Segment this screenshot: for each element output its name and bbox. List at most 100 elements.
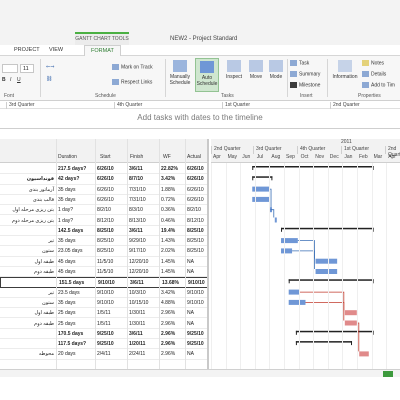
table-row[interactable]: 142.5 days 8/25/10 3/6/11 19.4% 8/25/10 <box>0 226 207 237</box>
dependency-link[interactable] <box>299 291 345 311</box>
column-header-duration[interactable]: Duration <box>58 154 77 160</box>
task-bar[interactable] <box>288 299 306 305</box>
table-row[interactable]: تیر 35 days 8/25/10 9/29/10 1.43% 8/25/10 <box>0 236 207 247</box>
tasks-group-label: Tasks <box>221 93 234 99</box>
tab-project[interactable]: PROJECT <box>14 47 40 53</box>
link-icon[interactable]: ⛓ <box>46 76 52 82</box>
mark-on-track-button[interactable]: Mark on Track <box>112 64 153 70</box>
summary-bar-start[interactable] <box>288 279 290 284</box>
summary-bar-end[interactable] <box>271 176 273 181</box>
summary-bar-start[interactable] <box>252 166 254 170</box>
summary-bar[interactable] <box>288 279 374 281</box>
table-row[interactable]: طبقه اول 45 days 11/5/10 12/20/10 1.45% NA <box>0 257 207 267</box>
add-to-timeline-button[interactable]: Add to Tim <box>362 82 395 88</box>
table-row[interactable]: ستون 23.05 days 8/25/10 9/17/10 2.02% 8/25/10 <box>0 246 207 257</box>
summary-bar[interactable] <box>295 330 374 333</box>
summary-bar-end[interactable] <box>372 227 374 232</box>
timeline[interactable]: 3rd Quarter 4th Quarter 1st Quarter 2nd … <box>0 101 400 129</box>
auto-schedule-button[interactable]: Auto Schedule <box>195 58 219 92</box>
manually-schedule-button[interactable]: Manually Schedule <box>168 58 192 92</box>
table-row[interactable]: 217.5 days? 6/26/10 3/6/11 22.82% 6/26/10 <box>0 164 207 175</box>
information-button[interactable]: Information <box>330 58 360 92</box>
milestone-button[interactable]: Milestone <box>290 82 320 88</box>
window-bottom <box>0 377 400 400</box>
respect-links-button[interactable]: Respect Links <box>112 79 152 85</box>
gridline <box>240 163 242 369</box>
details-button[interactable]: Details <box>362 71 386 77</box>
inspect-button[interactable]: Inspect <box>222 58 246 92</box>
column-header-start[interactable]: Start <box>100 154 111 160</box>
table-row[interactable] <box>0 360 207 369</box>
gridline <box>298 163 300 369</box>
font-name-box[interactable] <box>2 64 18 73</box>
table-row[interactable]: 151.5 days 9/10/10 3/6/11 13.68% 9/10/10 <box>0 277 207 288</box>
table-row[interactable]: آرماتور بندی 35 days 6/26/10 7/31/10 1.88% 6/… <box>0 185 207 195</box>
task-name: طبقه اول <box>34 310 54 317</box>
table-row[interactable]: بتن ریزی مرحله اول 1 day? 8/2/10 8/3/10 0.36… <box>0 205 207 216</box>
italic-button[interactable]: I <box>10 77 11 83</box>
task-button[interactable]: Task <box>290 60 309 66</box>
dependency-link[interactable] <box>297 240 315 259</box>
column-header-finish[interactable]: Finish <box>130 154 143 160</box>
tab-view[interactable]: VIEW <box>49 47 63 53</box>
start-cell: 9/25/10 <box>97 341 114 348</box>
dependency-link[interactable] <box>305 302 345 321</box>
table-row[interactable]: تیر 23.5 days 9/10/10 10/3/10 3.42% 9/10/10 <box>0 288 207 298</box>
column-header-wf[interactable]: WF <box>163 154 171 160</box>
timeline-quarter: 4th Quarter <box>114 102 142 109</box>
task-bar[interactable] <box>274 217 277 223</box>
properties-group-label: Properties <box>358 93 381 99</box>
summary-bar-start[interactable] <box>295 341 297 346</box>
wf-cell: 3.42% <box>161 176 176 183</box>
table-row[interactable]: طبقه دوم 45 days 11/5/10 12/20/10 1.45% NA <box>0 267 207 278</box>
table-row[interactable]: 170.5 days 9/25/10 3/6/11 2.96% 9/25/10 <box>0 329 207 340</box>
task-bar[interactable] <box>281 248 293 254</box>
column-header-actual[interactable]: Actual <box>187 154 201 160</box>
table-row[interactable]: بتن ریزی مرحله دوم 1 day? 8/12/10 8/13/10 0.… <box>0 216 207 226</box>
duration-cell: 35 days <box>58 186 76 193</box>
summary-bar[interactable] <box>295 341 353 343</box>
task-bar[interactable] <box>359 351 369 357</box>
timeline-quarter: 3rd Quarter <box>6 102 35 109</box>
gantt-chart-tools-label: GANTT CHART TOOLS <box>75 32 129 46</box>
dependency-link[interactable] <box>292 250 315 269</box>
respect-links-icon <box>112 79 119 85</box>
table-row[interactable]: فونداسیون 42 days? 6/26/10 8/7/10 3.42% 6/26/… <box>0 174 207 185</box>
table-row[interactable]: طبقه دوم 25 days 1/5/11 1/30/11 2.96% NA <box>0 319 207 329</box>
bold-button[interactable]: B <box>2 77 6 83</box>
timeline-quarter: 1st Quarter <box>222 102 250 109</box>
table-row[interactable]: ستون 35 days 9/10/10 10/15/10 4.88% 9/10/10 <box>0 298 207 309</box>
font-size-box[interactable]: 11 <box>20 64 34 73</box>
start-cell: 2/4/11 <box>97 351 111 358</box>
actual-cell: 8/25/10 <box>187 227 204 234</box>
task-bar[interactable] <box>315 258 338 264</box>
gantt-bars[interactable] <box>211 163 400 369</box>
task-name: طبقه دوم <box>34 269 54 275</box>
summary-bar-end[interactable] <box>372 330 374 335</box>
task-bar[interactable] <box>344 320 357 326</box>
summary-button[interactable]: Summary <box>290 71 320 77</box>
start-cell: 9/10/10 <box>98 280 115 287</box>
table-row[interactable]: محوطه 20 days 2/4/11 2/24/11 2.96% NA <box>0 349 207 360</box>
table-row[interactable]: 117.5 days? 9/25/10 1/20/11 2.96% 9/25/10 <box>0 339 207 350</box>
indent-icon[interactable]: ⇐⇒ <box>46 64 54 70</box>
summary-bar-start[interactable] <box>252 176 254 181</box>
mode-button[interactable]: Mode <box>264 58 288 92</box>
wf-cell: 0.72% <box>161 196 176 203</box>
manually-schedule-label: Manually Schedule <box>169 74 191 86</box>
table-row[interactable]: طبقه اول 25 days 1/5/11 1/30/11 2.96% NA <box>0 308 207 319</box>
actual-cell: 8/25/10 <box>187 238 204 245</box>
task-bar[interactable] <box>344 310 357 316</box>
task-bar[interactable] <box>315 269 338 274</box>
summary-bar-start[interactable] <box>295 330 297 335</box>
summary-bar-end[interactable] <box>372 166 374 170</box>
notes-button[interactable]: Notes <box>362 60 384 66</box>
actual-cell: NA <box>187 320 194 327</box>
summary-bar-end[interactable] <box>372 279 374 284</box>
underline-button[interactable]: U <box>17 77 21 83</box>
gantt-chart[interactable]: 2011 2nd Quarter 3rd Quarter 4th Quarter… <box>211 139 400 369</box>
milestone-label: Milestone <box>299 82 321 89</box>
table-row[interactable]: قالب بندی 35 days 6/26/10 7/31/10 0.72% 6/26/… <box>0 195 207 206</box>
summary-bar-start[interactable] <box>281 227 283 232</box>
summary-bar-end[interactable] <box>351 341 353 346</box>
